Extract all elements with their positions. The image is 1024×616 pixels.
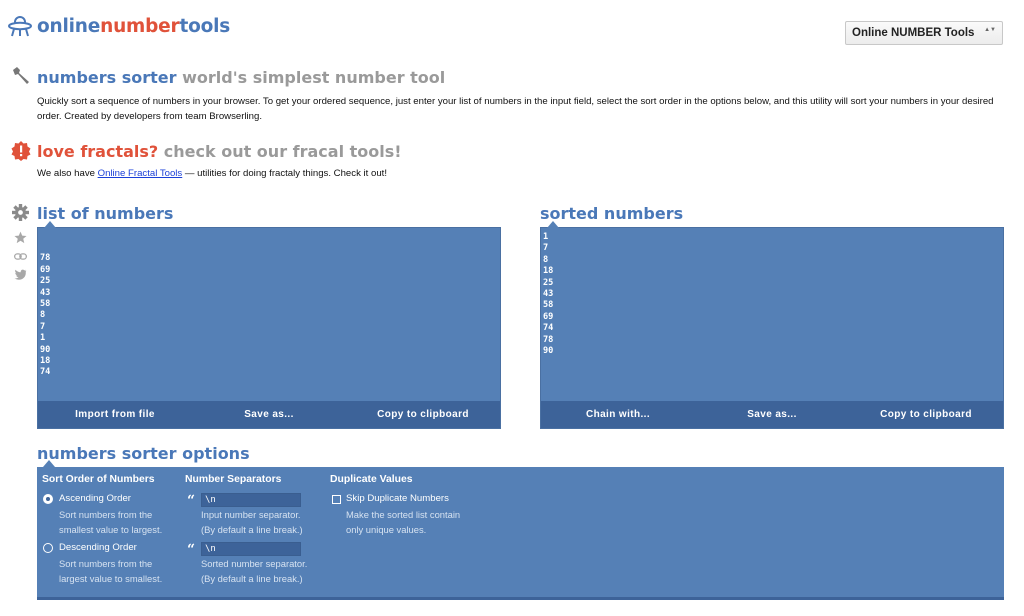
descending-desc-1: Sort numbers from the [59,558,153,569]
alert-badge-icon [11,141,31,161]
output-panel: 1 7 8 18 25 43 58 69 74 78 90 Chain with… [540,221,1004,429]
descending-label[interactable]: Descending Order [59,542,137,553]
sort-order-heading: Sort Order of Numbers [42,474,155,485]
input-separator-desc-1: Input number separator. [201,509,301,520]
chevron-updown-icon: ▲▼ [984,27,996,33]
ascending-desc-2: smallest value to largest. [59,524,163,535]
chain-with-button[interactable]: Chain with... [541,401,695,428]
input-separator-field[interactable]: \n [201,493,301,507]
select-value: Online NUMBER Tools [852,27,975,39]
output-textarea[interactable]: 1 7 8 18 25 43 58 69 74 78 90 [543,232,553,357]
fractal-tools-link[interactable]: Online Fractal Tools [98,168,183,179]
output-separator-field[interactable]: \n [201,542,301,556]
wrench-icon [13,67,29,84]
ascending-label[interactable]: Ascending Order [59,493,131,504]
skip-duplicates-desc-2: only unique values. [346,524,427,535]
input-panel: 78 69 25 43 58 8 7 1 90 18 74 Import fro… [37,221,501,429]
skip-duplicates-checkbox[interactable] [332,495,341,504]
twitter-icon[interactable] [14,268,27,281]
page-title: numbers sorter world's simplest number t… [37,68,446,87]
panel-pointer [43,460,55,467]
tool-category-select[interactable]: Online NUMBER Tools ▲▼ [845,21,1003,45]
logo-text: onlinenumbertools [37,15,231,37]
skip-duplicates-desc-1: Make the sorted list contain [346,509,461,520]
star-icon[interactable] [14,231,27,244]
input-toolbar: Import from file Save as... Copy to clip… [38,401,500,428]
separators-heading: Number Separators [185,474,282,485]
descending-desc-2: largest value to smallest. [59,573,163,584]
panel-pointer [44,221,56,228]
input-panel-title: list of numbers [37,204,174,223]
output-panel-title: sorted numbers [540,204,684,223]
copy-to-clipboard-button[interactable]: Copy to clipboard [346,401,500,428]
descending-radio[interactable] [43,543,53,553]
gear-icon[interactable] [12,204,29,221]
copy-to-clipboard-button[interactable]: Copy to clipboard [849,401,1003,428]
site-logo[interactable]: onlinenumbertools [8,14,230,38]
input-textarea[interactable]: 78 69 25 43 58 8 7 1 90 18 74 [40,242,50,379]
import-from-file-button[interactable]: Import from file [38,401,192,428]
save-as-button[interactable]: Save as... [695,401,849,428]
quote-icon: “ [187,542,196,558]
tool-description: Quickly sort a sequence of numbers in yo… [37,96,994,122]
input-separator-desc-2: (By default a line break.) [201,524,303,535]
ascending-radio[interactable] [43,494,53,504]
panel-pointer [547,221,559,228]
output-toolbar: Chain with... Save as... Copy to clipboa… [541,401,1003,428]
output-separator-desc-1: Sorted number separator. [201,558,308,569]
ascending-desc-1: Sort numbers from the [59,509,153,520]
output-separator-desc-2: (By default a line break.) [201,573,303,584]
options-panel: Sort Order of Numbers Ascending Order So… [37,460,1004,600]
promo-title: love fractals? check out our fracal tool… [37,142,402,161]
promo-text: We also have Online Fractal Tools — util… [37,168,387,179]
save-as-button[interactable]: Save as... [192,401,346,428]
skip-duplicates-label[interactable]: Skip Duplicate Numbers [346,493,449,504]
quote-icon: “ [187,493,196,509]
duplicates-heading: Duplicate Values [330,474,413,485]
options-title: numbers sorter options [37,444,250,463]
ufo-icon [8,16,32,37]
link-icon[interactable] [14,250,27,263]
